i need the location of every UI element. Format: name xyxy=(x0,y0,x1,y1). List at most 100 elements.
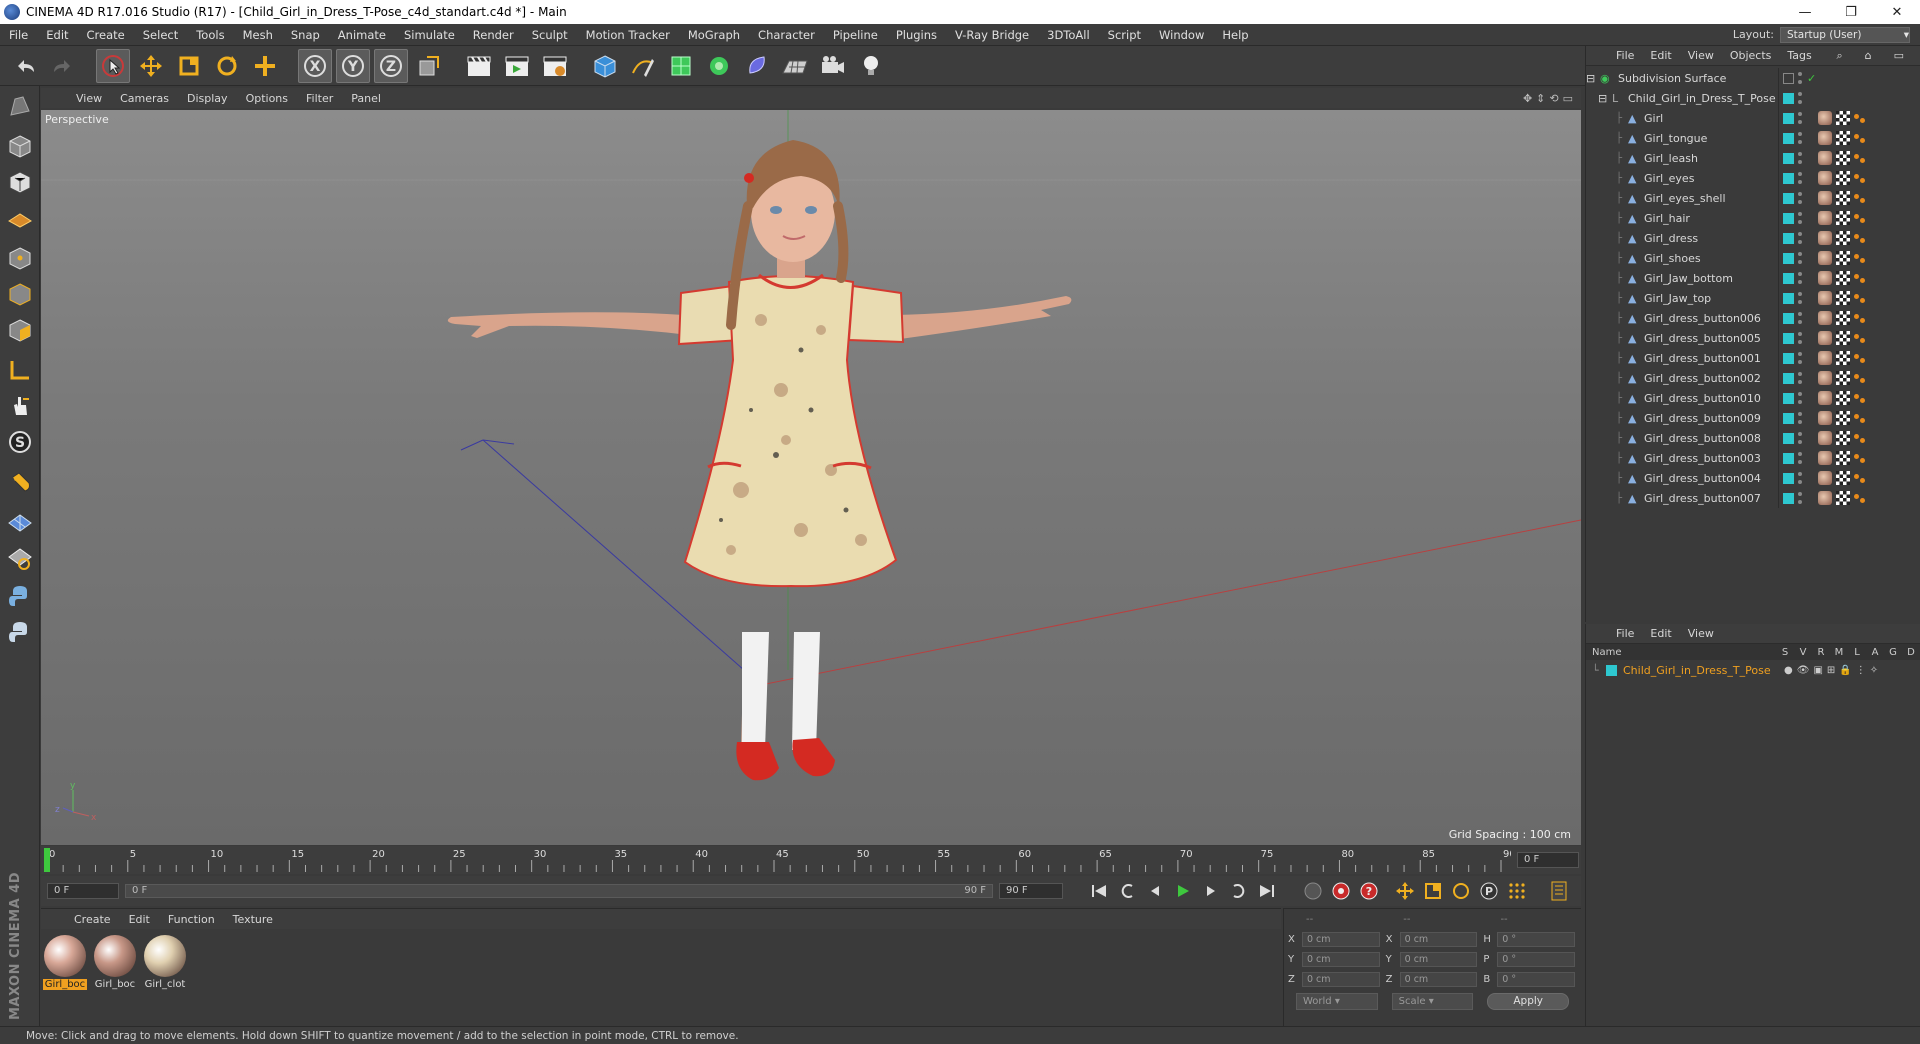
uvw-tag-icon[interactable] xyxy=(1854,272,1866,284)
uvw-tag-icon[interactable] xyxy=(1854,472,1866,484)
uvw-tag-icon[interactable] xyxy=(1854,252,1866,264)
layer-color-swatch[interactable] xyxy=(1783,472,1794,484)
keyframe-selection-button[interactable]: ? xyxy=(1356,878,1382,904)
layer-name[interactable]: Child_Girl_in_Dress_T_Pose xyxy=(1623,664,1771,677)
tree-row[interactable]: ├ ▲ Girl_dress_button006 xyxy=(1586,308,1920,328)
material-menu-create[interactable]: Create xyxy=(65,913,120,926)
go-to-end-button[interactable] xyxy=(1254,878,1280,904)
texture-tag-icon[interactable] xyxy=(1836,451,1850,465)
key-position-button[interactable] xyxy=(1392,878,1418,904)
viewport-menu-display[interactable]: Display xyxy=(178,92,237,105)
key-scale-button[interactable] xyxy=(1420,878,1446,904)
menu-3dtoall[interactable]: 3DToAll xyxy=(1038,28,1099,42)
current-frame-field[interactable]: 0 F xyxy=(1517,852,1579,868)
tree-row[interactable]: ├ ▲ Girl_eyes xyxy=(1586,168,1920,188)
animation-icon[interactable]: ⋮ xyxy=(1856,665,1866,676)
axis-mode-button[interactable] xyxy=(3,354,37,386)
visible-eye-icon[interactable]: 👁 xyxy=(1797,665,1810,676)
texture-tag-icon[interactable] xyxy=(1836,111,1850,125)
material-tag-icon[interactable] xyxy=(1818,191,1832,205)
texture-tag-icon[interactable] xyxy=(1836,411,1850,425)
material-menu-function[interactable]: Function xyxy=(159,913,224,926)
viewport-menu-cameras[interactable]: Cameras xyxy=(111,92,178,105)
uvw-tag-icon[interactable] xyxy=(1854,112,1866,124)
render-to-picture-viewer-button[interactable] xyxy=(500,49,534,83)
key-rotation-button[interactable] xyxy=(1448,878,1474,904)
new-window-icon[interactable]: ▭ xyxy=(1886,49,1912,63)
texture-tag-icon[interactable] xyxy=(1836,251,1850,265)
menu-mesh[interactable]: Mesh xyxy=(234,28,282,42)
polygons-mode-button[interactable] xyxy=(3,314,37,346)
grid-lock-button[interactable] xyxy=(3,506,37,538)
layer-menu-file[interactable]: File xyxy=(1608,627,1642,640)
layer-color-swatch[interactable] xyxy=(1783,112,1794,124)
layer-color-swatch[interactable] xyxy=(1783,312,1794,324)
texture-tag-icon[interactable] xyxy=(1836,371,1850,385)
texture-tag-icon[interactable] xyxy=(1836,231,1850,245)
camera-button[interactable] xyxy=(816,49,850,83)
next-frame-button[interactable] xyxy=(1198,878,1224,904)
texture-tag-icon[interactable] xyxy=(1836,271,1850,285)
layer-color-swatch[interactable] xyxy=(1783,232,1794,244)
material-tag-icon[interactable] xyxy=(1818,351,1832,365)
uvw-tag-icon[interactable] xyxy=(1854,292,1866,304)
apply-button[interactable]: Apply xyxy=(1487,993,1569,1010)
viewport-menu-panel[interactable]: Panel xyxy=(342,92,390,105)
menu-pipeline[interactable]: Pipeline xyxy=(824,28,887,42)
material-item[interactable]: Girl_clot xyxy=(143,935,187,990)
close-button[interactable]: ✕ xyxy=(1874,0,1920,24)
menu-file[interactable]: File xyxy=(0,28,37,42)
layer-color-swatch[interactable] xyxy=(1783,292,1794,304)
scale-tool-button[interactable] xyxy=(172,49,206,83)
tree-row[interactable]: ├ ▲ Girl_hair xyxy=(1586,208,1920,228)
end-frame-field[interactable]: 90 F xyxy=(999,883,1063,899)
visibility-dots[interactable] xyxy=(1798,412,1803,424)
maximize-view-icon[interactable]: ▭ xyxy=(1563,92,1573,105)
layer-column-d[interactable]: D xyxy=(1904,647,1918,658)
snapping-button[interactable]: S xyxy=(3,426,37,458)
material-tag-icon[interactable] xyxy=(1818,111,1832,125)
material-tag-icon[interactable] xyxy=(1818,411,1832,425)
uvw-tag-icon[interactable] xyxy=(1854,432,1866,444)
layer-menu-edit[interactable]: Edit xyxy=(1642,627,1679,640)
visibility-dots[interactable] xyxy=(1798,492,1803,504)
coordinate-space-dropdown[interactable]: World ▾ xyxy=(1296,993,1378,1010)
pan-icon[interactable]: ✥ xyxy=(1523,92,1532,105)
manager-icon[interactable]: ⊞ xyxy=(1827,665,1835,676)
tweak-mode-button[interactable] xyxy=(3,390,37,422)
visibility-dots[interactable] xyxy=(1798,132,1803,144)
layer-column-s[interactable]: S xyxy=(1778,647,1792,658)
layer-color-swatch[interactable] xyxy=(1783,132,1794,144)
model-mode-button[interactable] xyxy=(3,130,37,162)
lock-icon[interactable]: 🔒 xyxy=(1839,665,1851,676)
collapse-toggle-icon[interactable]: ⊟ xyxy=(1598,92,1607,105)
material-tag-icon[interactable] xyxy=(1818,471,1832,485)
tree-row[interactable]: ├ ▲ Girl_dress_button007 xyxy=(1586,488,1920,508)
tree-row[interactable]: ├ ▲ Girl_dress_button010 xyxy=(1586,388,1920,408)
visibility-dots[interactable] xyxy=(1798,252,1803,264)
material-item[interactable]: Girl_boc xyxy=(93,935,137,990)
uvw-tag-icon[interactable] xyxy=(1854,152,1866,164)
visibility-dots[interactable] xyxy=(1798,292,1803,304)
solo-icon[interactable]: ● xyxy=(1784,665,1793,676)
position-field[interactable]: 0 cm xyxy=(1301,931,1380,947)
visibility-dots[interactable] xyxy=(1798,432,1803,444)
object-menu-objects[interactable]: Objects xyxy=(1722,49,1780,62)
layer-column-g[interactable]: G xyxy=(1886,647,1900,658)
uvw-tag-icon[interactable] xyxy=(1854,212,1866,224)
menu-edit[interactable]: Edit xyxy=(37,28,77,42)
minimize-button[interactable]: — xyxy=(1782,0,1828,24)
visibility-dots[interactable] xyxy=(1798,352,1803,364)
rotation-field[interactable]: 0 ° xyxy=(1497,971,1576,987)
visibility-dots[interactable] xyxy=(1798,232,1803,244)
menu-help[interactable]: Help xyxy=(1213,28,1257,42)
render-icon[interactable]: ▣ xyxy=(1813,665,1822,676)
layer-color-swatch[interactable] xyxy=(1783,432,1794,444)
tree-row[interactable]: ├ ▲ Girl_dress_button002 xyxy=(1586,368,1920,388)
enabled-check-icon[interactable]: ✓ xyxy=(1807,72,1816,85)
play-button[interactable] xyxy=(1170,878,1196,904)
menu-motion-tracker[interactable]: Motion Tracker xyxy=(577,28,679,42)
layer-color-swatch[interactable] xyxy=(1606,664,1617,676)
material-tag-icon[interactable] xyxy=(1818,331,1832,345)
layer-color-swatch[interactable] xyxy=(1783,392,1794,404)
